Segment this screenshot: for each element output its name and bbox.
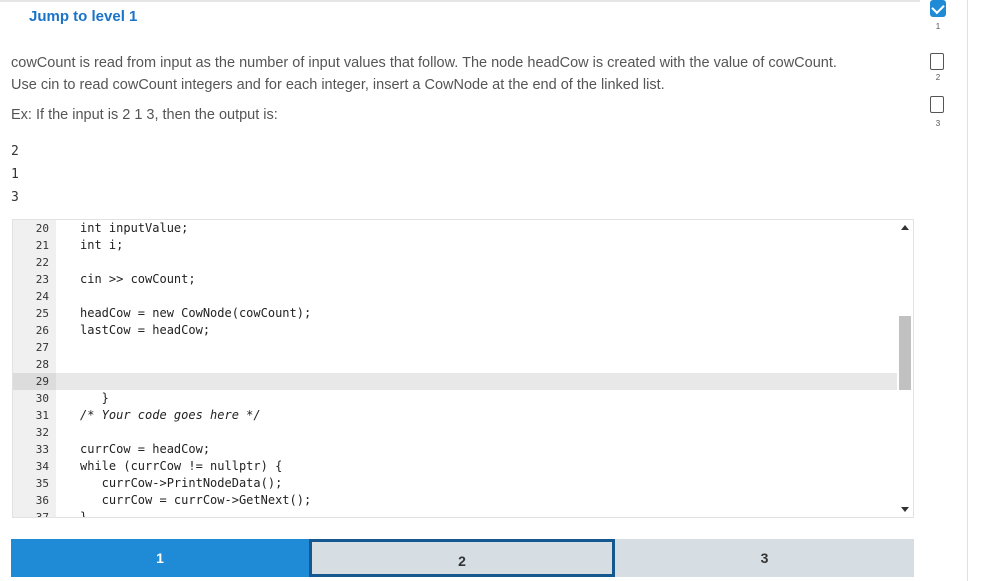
- line-number: 30: [13, 390, 56, 407]
- level-3-tab[interactable]: 3: [615, 539, 914, 577]
- code-line[interactable]: currCow->PrintNodeData();: [56, 475, 897, 492]
- level-1-tab[interactable]: 1: [11, 539, 309, 577]
- code-line[interactable]: cin >> cowCount;: [56, 271, 897, 288]
- scroll-down-arrow-icon[interactable]: [901, 507, 909, 512]
- example-text: Ex: If the input is 2 1 3, then the outp…: [11, 107, 278, 123]
- line-number: 28: [13, 356, 56, 373]
- code-area[interactable]: int inputValue; int i; cin >> cowCount; …: [56, 220, 897, 517]
- level-progress: 1 2 3: [928, 0, 948, 140]
- code-line[interactable]: [56, 424, 897, 441]
- problem-description: cowCount is read from input as the numbe…: [11, 52, 916, 96]
- check-icon: [930, 0, 946, 17]
- code-line[interactable]: while (currCow != nullptr) {: [56, 458, 897, 475]
- line-number-gutter: 20 21 22 23 24 25 26 27 28 29 30 31 32 3…: [13, 220, 56, 517]
- code-line[interactable]: int i;: [56, 237, 897, 254]
- line-number: 37: [13, 509, 56, 518]
- line-number: 36: [13, 492, 56, 509]
- line-number: 35: [13, 475, 56, 492]
- line-number: 24: [13, 288, 56, 305]
- editor-scrollbar[interactable]: [897, 220, 913, 517]
- empty-checkbox-icon: [930, 96, 944, 113]
- code-line-active[interactable]: [56, 373, 897, 390]
- progress-number: 1: [928, 22, 948, 31]
- line-number: 26: [13, 322, 56, 339]
- code-line[interactable]: lastCow = headCow;: [56, 322, 897, 339]
- level-2-tab[interactable]: 2: [309, 539, 615, 577]
- description-line-1: cowCount is read from input as the numbe…: [11, 52, 916, 74]
- code-comment-line[interactable]: /* Your code goes here */: [56, 407, 897, 424]
- level-tabs: 1 2 3: [11, 539, 914, 577]
- line-number: 23: [13, 271, 56, 288]
- code-line[interactable]: [56, 356, 897, 373]
- line-number: 25: [13, 305, 56, 322]
- code-line[interactable]: headCow = new CowNode(cowCount);: [56, 305, 897, 322]
- line-number: 20: [13, 220, 56, 237]
- code-line[interactable]: }: [56, 390, 897, 407]
- scroll-up-arrow-icon[interactable]: [901, 225, 909, 230]
- code-line[interactable]: currCow = headCow;: [56, 441, 897, 458]
- description-line-2: Use cin to read cowCount integers and fo…: [11, 74, 916, 96]
- line-number-active: 29: [13, 373, 56, 390]
- code-editor[interactable]: 20 21 22 23 24 25 26 27 28 29 30 31 32 3…: [12, 219, 914, 518]
- output-line: 3: [11, 186, 19, 209]
- code-line[interactable]: int inputValue;: [56, 220, 897, 237]
- jump-to-level-link[interactable]: Jump to level 1: [29, 8, 137, 25]
- example-output: 2 1 3: [11, 140, 19, 209]
- line-number: 27: [13, 339, 56, 356]
- code-line[interactable]: currCow = currCow->GetNext();: [56, 492, 897, 509]
- line-number: 34: [13, 458, 56, 475]
- output-line: 1: [11, 163, 19, 186]
- code-line[interactable]: [56, 254, 897, 271]
- progress-number: 3: [928, 119, 948, 128]
- line-number: 21: [13, 237, 56, 254]
- progress-number: 2: [928, 73, 948, 82]
- line-number: 32: [13, 424, 56, 441]
- top-divider: [0, 0, 920, 2]
- line-number: 33: [13, 441, 56, 458]
- scrollbar-thumb[interactable]: [899, 316, 911, 390]
- code-line[interactable]: [56, 288, 897, 305]
- code-line[interactable]: }: [56, 509, 897, 518]
- output-line: 2: [11, 140, 19, 163]
- right-divider: [967, 0, 968, 581]
- line-number: 22: [13, 254, 56, 271]
- empty-checkbox-icon: [930, 53, 944, 70]
- code-line[interactable]: [56, 339, 897, 356]
- line-number: 31: [13, 407, 56, 424]
